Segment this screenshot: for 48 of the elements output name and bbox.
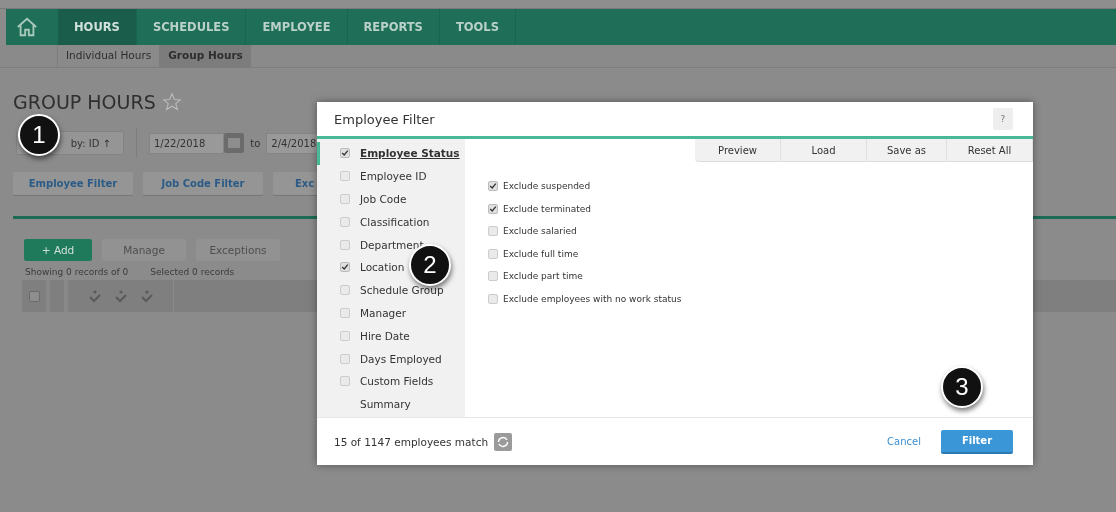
date-separator: to (250, 137, 261, 149)
toolbar-button[interactable]: Reset All (947, 139, 1033, 162)
category-item[interactable]: Hire Date (360, 329, 410, 342)
option-label: Exclude terminated (503, 203, 591, 214)
check-icon[interactable] (140, 289, 153, 303)
checkbox[interactable] (488, 181, 498, 192)
category-item[interactable]: Classification (360, 215, 430, 228)
category-item[interactable]: Manager (360, 306, 407, 319)
refresh-icon[interactable] (494, 432, 513, 451)
page-title: GROUP HOURS (13, 91, 156, 113)
checkbox[interactable] (340, 262, 350, 273)
category-item[interactable]: Employee Status (360, 147, 460, 160)
option-label: Exclude part time (503, 271, 583, 282)
step-tooltip: 1 (18, 114, 60, 156)
category-item[interactable]: Department (360, 238, 424, 251)
checkbox[interactable] (488, 203, 498, 214)
option-label: Exclude salaried (503, 226, 577, 237)
category-item[interactable]: Summary (360, 398, 411, 411)
category-item[interactable]: Location (360, 261, 405, 274)
option-label: Exclude employees with no work status (503, 293, 682, 304)
cancel-link[interactable]: Cancel (887, 436, 921, 447)
subnav-tab[interactable]: Group Hours (159, 45, 251, 67)
toolbar-button[interactable]: Load (781, 139, 867, 162)
option-label: Exclude full time (503, 248, 579, 259)
check-icon[interactable] (114, 289, 127, 303)
help-button[interactable]: ? (993, 108, 1013, 130)
dialog-title: Employee Filter (334, 111, 435, 127)
records-count: Showing 0 records of 0 (25, 267, 129, 277)
star-icon[interactable] (161, 92, 182, 112)
home-icon[interactable] (16, 16, 38, 38)
category-item[interactable]: Schedule Group (360, 284, 444, 297)
checkbox[interactable] (340, 148, 350, 159)
match-count: 15 of 1147 employees match (334, 435, 489, 448)
toolbar-button[interactable]: Preview (695, 139, 781, 162)
checkbox[interactable] (28, 290, 40, 302)
category-item[interactable]: Custom Fields (360, 375, 434, 388)
date-field[interactable]: 1/22/2018 (149, 132, 225, 154)
nav-tab[interactable]: HOURS (58, 9, 137, 45)
selected-count: Selected 0 records (150, 267, 235, 277)
check-icon[interactable] (88, 289, 101, 303)
category-item[interactable]: Job Code (360, 193, 407, 205)
toolbar-button[interactable]: Save as (867, 139, 947, 162)
calendar-icon[interactable] (224, 133, 245, 153)
category-item[interactable]: Employee ID (360, 170, 427, 183)
action-button[interactable]: + Add (24, 239, 92, 261)
filter-button[interactable]: Filter (941, 429, 1013, 454)
category-item[interactable]: Days Employed (360, 352, 442, 365)
option-label: Exclude suspended (503, 181, 591, 192)
